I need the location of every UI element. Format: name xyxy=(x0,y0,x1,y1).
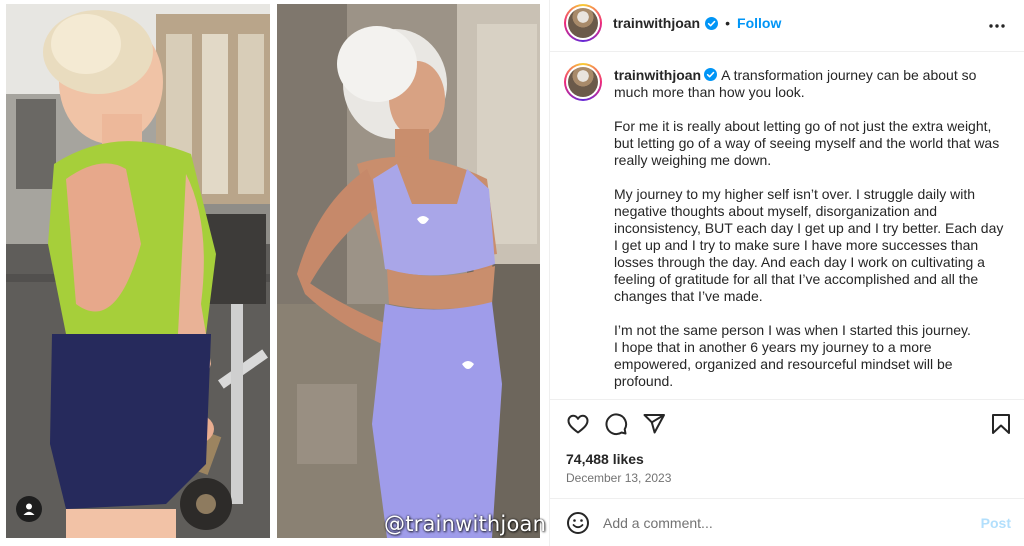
follow-button[interactable]: Follow xyxy=(737,15,781,31)
share-button[interactable] xyxy=(642,412,666,436)
share-icon xyxy=(643,414,665,434)
caption-avatar-image xyxy=(568,67,598,97)
after-photo-graphic xyxy=(277,4,540,538)
emoji-button[interactable] xyxy=(566,511,590,535)
user-tag-icon xyxy=(23,503,35,515)
action-bar xyxy=(550,400,1024,446)
comment-icon xyxy=(605,413,628,436)
caption-paragraph: I’m not the same person I was when I sta… xyxy=(614,322,971,389)
likes-count[interactable]: 74,488 likes xyxy=(566,451,644,467)
more-options-button[interactable] xyxy=(985,14,1009,38)
avatar-image xyxy=(568,8,598,38)
post-date[interactable]: December 13, 2023 xyxy=(566,471,671,485)
separator-dot: • xyxy=(725,15,731,31)
header-user: trainwithjoan • Follow xyxy=(613,15,781,31)
comment-button[interactable] xyxy=(604,412,628,436)
save-button[interactable] xyxy=(989,412,1013,436)
like-button[interactable] xyxy=(566,412,590,436)
heart-icon xyxy=(567,414,589,434)
after-photo xyxy=(277,4,540,538)
bookmark-icon xyxy=(992,414,1010,434)
before-photo xyxy=(6,4,270,538)
verified-badge-icon xyxy=(705,16,719,30)
caption-username[interactable]: trainwithjoan xyxy=(614,67,701,83)
verified-badge-icon xyxy=(704,68,718,81)
caption-paragraph: My journey to my higher self isn’t over.… xyxy=(614,186,1004,304)
caption-paragraph: trainwithjoan A transformation journey ca… xyxy=(614,67,1006,101)
emoji-icon xyxy=(567,512,589,534)
avatar[interactable] xyxy=(564,4,602,42)
caption-text: trainwithjoan A transformation journey ca… xyxy=(614,67,1006,407)
avatar-border xyxy=(566,6,600,40)
user-tag-button[interactable] xyxy=(16,496,42,522)
post-header: trainwithjoan • Follow xyxy=(550,0,1024,52)
post-details-panel: trainwithjoan • Follow trainwithjoan A tr… xyxy=(549,0,1024,546)
post-comment-button[interactable]: Post xyxy=(981,515,1011,531)
caption-section: trainwithjoan A transformation journey ca… xyxy=(550,52,1024,400)
caption-paragraph: For me it is really about letting go of … xyxy=(614,118,1000,168)
post-media[interactable]: @trainwithjoan xyxy=(0,0,548,546)
before-photo-graphic xyxy=(6,4,270,538)
caption-avatar-border xyxy=(566,65,600,99)
caption-avatar[interactable] xyxy=(564,63,602,101)
more-horizontal-icon xyxy=(989,24,1005,28)
header-username[interactable]: trainwithjoan xyxy=(613,15,700,31)
comment-input[interactable] xyxy=(603,512,963,534)
comment-bar: Post xyxy=(550,498,1024,546)
watermark-text: @trainwithjoan xyxy=(384,512,547,536)
